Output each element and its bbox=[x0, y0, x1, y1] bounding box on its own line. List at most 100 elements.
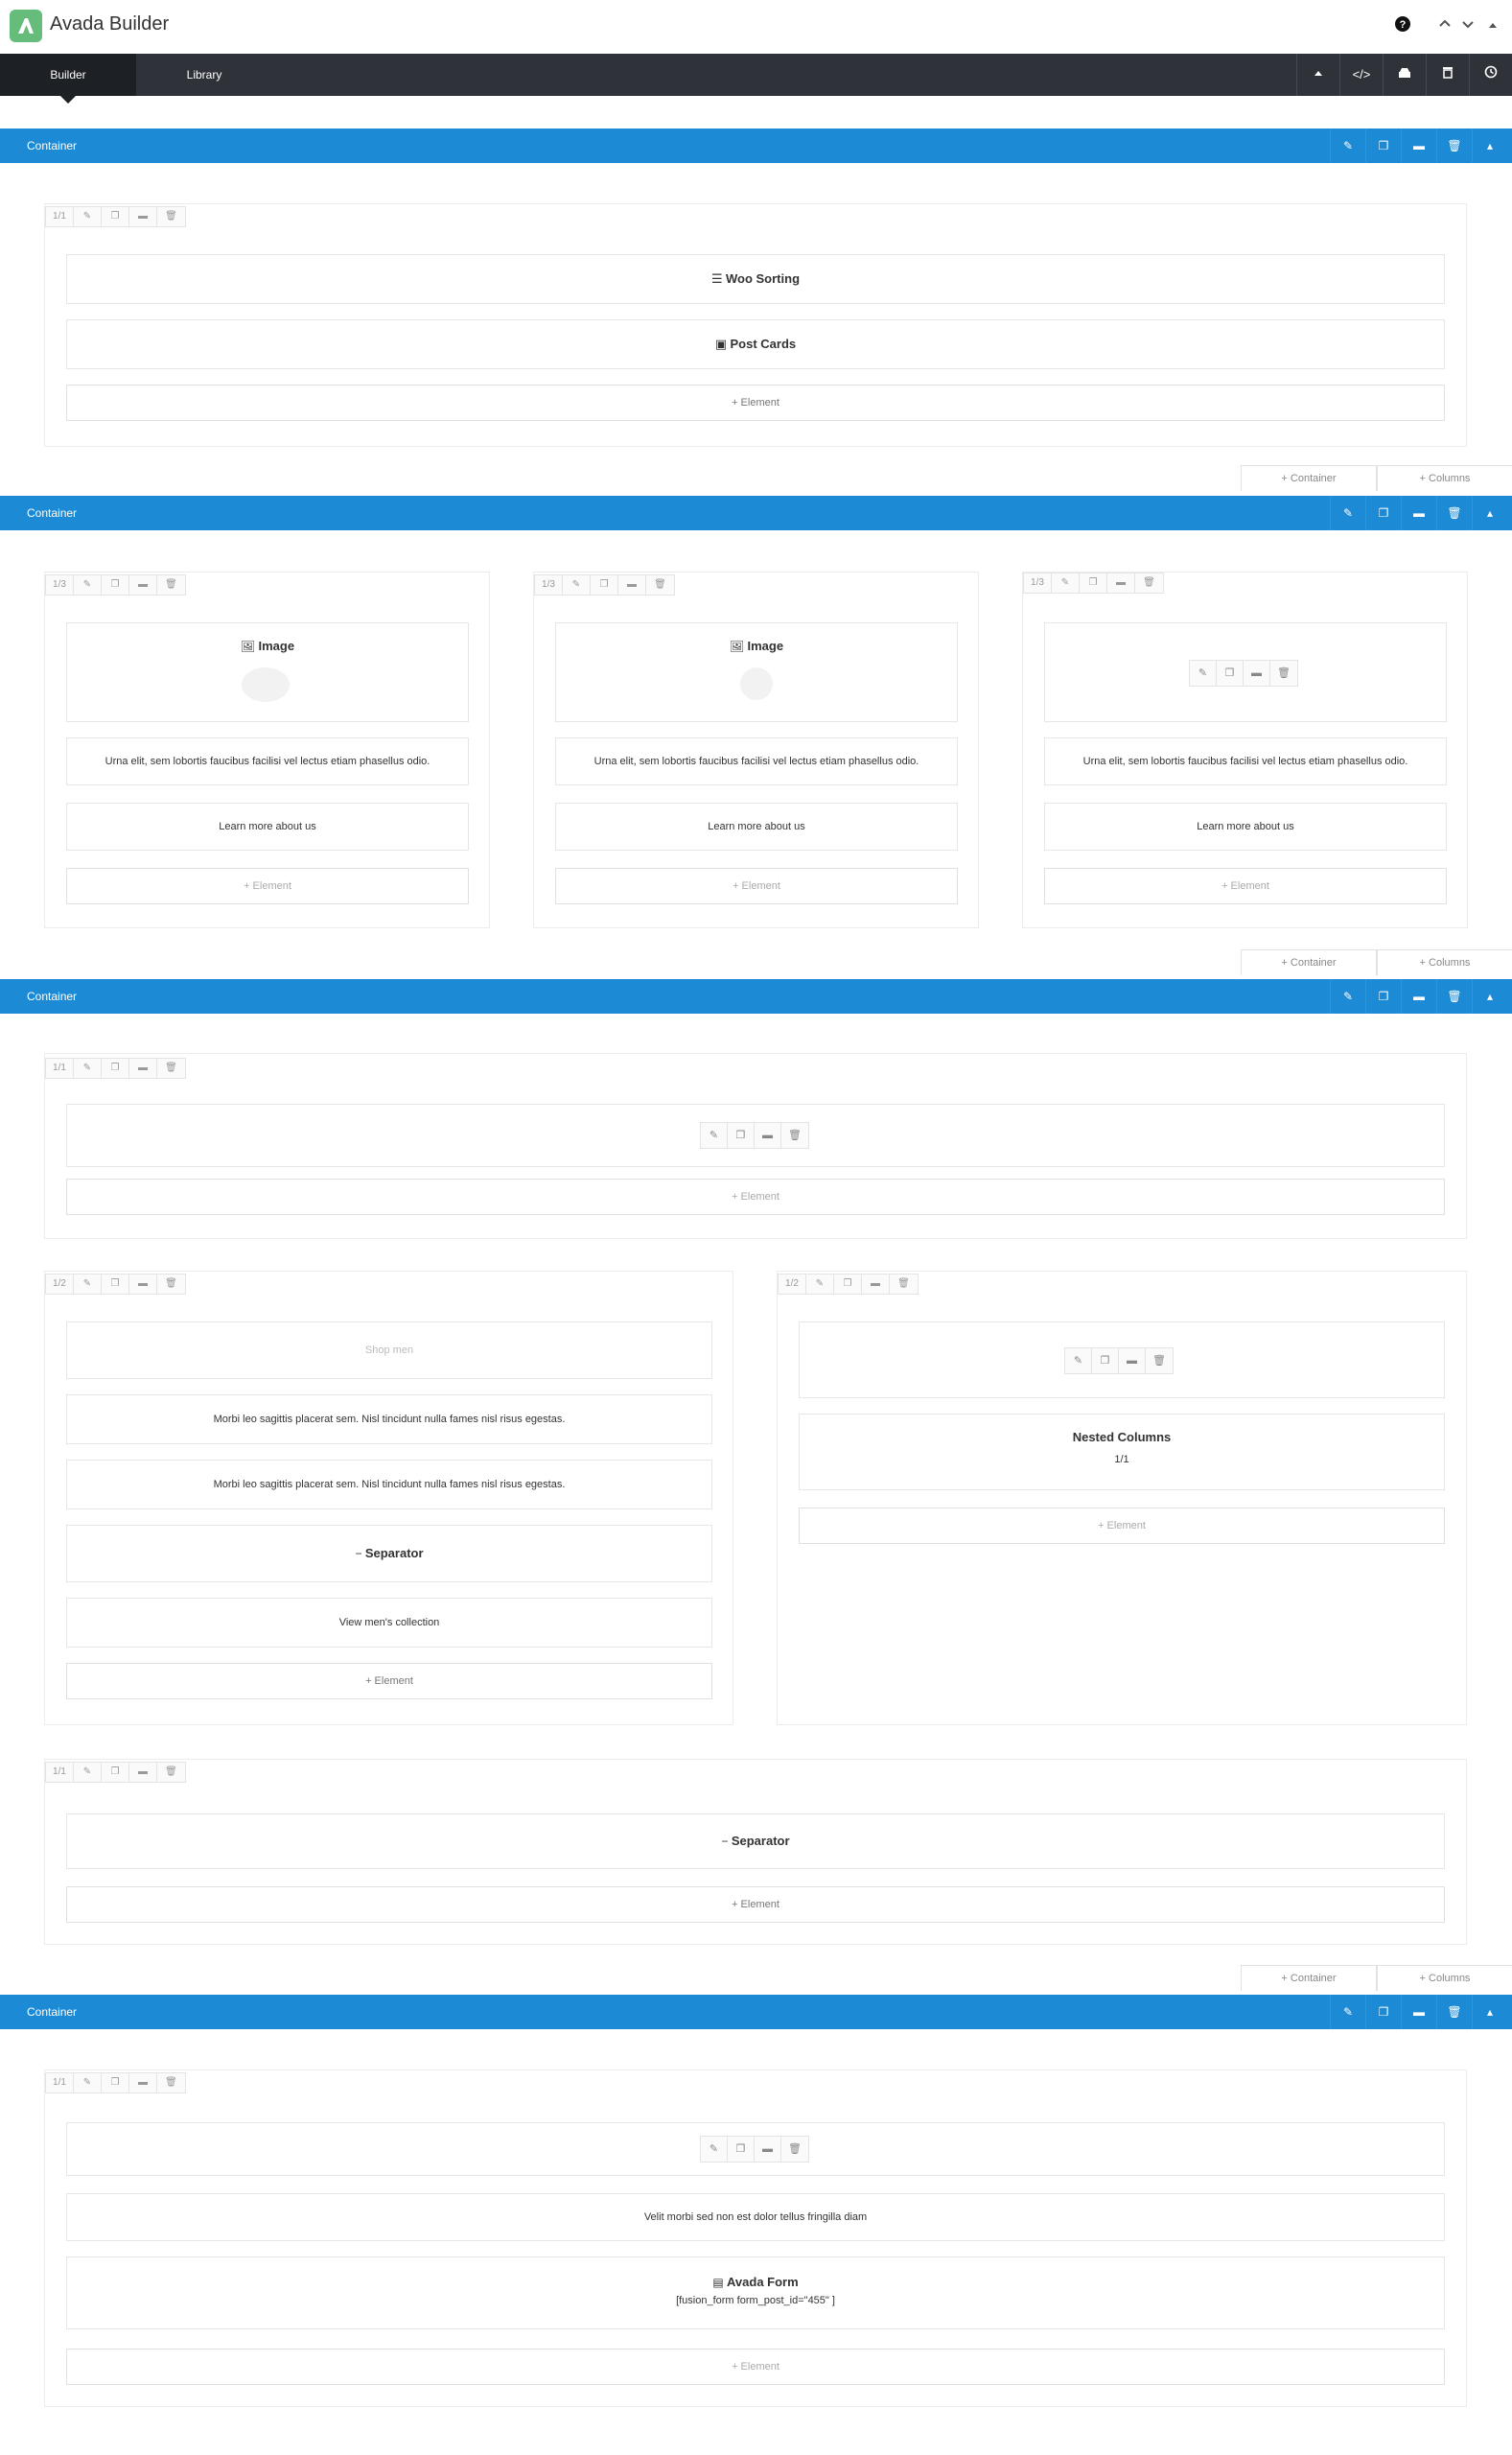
add-element-button[interactable]: + Element bbox=[799, 1508, 1445, 1544]
edit-icon[interactable]: ✎ bbox=[701, 1123, 728, 1148]
column-size[interactable]: 1/1 bbox=[46, 207, 74, 226]
element-placeholder[interactable]: ✎ ❐ ▬ 🗑︎ bbox=[66, 1104, 1445, 1167]
trash-icon[interactable]: 🗑︎ bbox=[1135, 573, 1163, 593]
column-size[interactable]: 1/3 bbox=[46, 575, 74, 595]
trash-icon[interactable] bbox=[1426, 54, 1469, 96]
edit-icon[interactable]: ✎ bbox=[74, 575, 102, 595]
element-text[interactable]: Urna elit, sem lobortis faucibus facilis… bbox=[555, 737, 958, 785]
edit-icon[interactable]: ✎ bbox=[1052, 573, 1080, 593]
clone-icon[interactable]: ❐ bbox=[102, 1763, 129, 1782]
clone-icon[interactable]: ❐ bbox=[102, 575, 129, 595]
element-heading[interactable]: Shop men bbox=[66, 1321, 712, 1379]
add-element-button[interactable]: + Element bbox=[66, 868, 469, 904]
code-icon[interactable]: </> bbox=[1339, 54, 1383, 96]
add-element-button[interactable]: + Element bbox=[66, 2349, 1445, 2385]
trash-icon[interactable]: 🗑︎ bbox=[1436, 129, 1472, 163]
save-icon[interactable]: ▬ bbox=[129, 575, 157, 595]
edit-icon[interactable]: ✎ bbox=[74, 207, 102, 226]
clone-icon[interactable]: ❐ bbox=[102, 2073, 129, 2093]
trash-icon[interactable]: 🗑︎ bbox=[157, 2073, 185, 2093]
edit-icon[interactable]: ✎ bbox=[806, 1274, 834, 1294]
save-icon[interactable]: ▬ bbox=[1244, 661, 1270, 686]
save-icon[interactable]: ▬ bbox=[1107, 573, 1135, 593]
save-icon[interactable] bbox=[1383, 54, 1426, 96]
help-icon[interactable]: ? bbox=[1392, 15, 1413, 36]
trash-icon[interactable]: 🗑︎ bbox=[157, 1059, 185, 1078]
clone-icon[interactable]: ❐ bbox=[728, 2137, 755, 2162]
chevron-down-icon[interactable] bbox=[1457, 15, 1478, 36]
element-separator[interactable]: − Separator bbox=[66, 1525, 712, 1582]
tab-builder[interactable]: Builder bbox=[0, 54, 136, 104]
trash-icon[interactable]: 🗑︎ bbox=[781, 1123, 808, 1148]
edit-icon[interactable]: ✎ bbox=[74, 1059, 102, 1078]
column-size[interactable]: 1/1 bbox=[46, 1763, 74, 1782]
save-icon[interactable]: ▬ bbox=[129, 207, 157, 226]
trash-icon[interactable]: 🗑︎ bbox=[1146, 1348, 1173, 1373]
add-element-button[interactable]: + Element bbox=[1044, 868, 1447, 904]
collapse-caret-icon[interactable] bbox=[1482, 15, 1503, 36]
clone-icon[interactable]: ❐ bbox=[1365, 129, 1401, 163]
trash-icon[interactable]: 🗑︎ bbox=[1270, 661, 1297, 686]
clone-icon[interactable]: ❐ bbox=[102, 1274, 129, 1294]
clone-icon[interactable]: ❐ bbox=[1217, 661, 1244, 686]
trash-icon[interactable]: 🗑︎ bbox=[157, 575, 185, 595]
save-icon[interactable]: ▬ bbox=[1401, 129, 1436, 163]
clone-icon[interactable]: ❐ bbox=[102, 1059, 129, 1078]
clone-icon[interactable]: ❐ bbox=[1365, 979, 1401, 1014]
add-columns-button[interactable]: + Columns bbox=[1377, 949, 1512, 975]
trash-icon[interactable]: 🗑︎ bbox=[157, 1274, 185, 1294]
trash-icon[interactable]: 🗑︎ bbox=[1436, 496, 1472, 530]
column-size[interactable]: 1/1 bbox=[46, 1059, 74, 1078]
clone-icon[interactable]: ❐ bbox=[728, 1123, 755, 1148]
clone-icon[interactable]: ❐ bbox=[1092, 1348, 1119, 1373]
element-image[interactable]: 🖼︎ Image bbox=[555, 622, 958, 722]
toggle-all-icon[interactable] bbox=[1296, 54, 1339, 96]
save-icon[interactable]: ▬ bbox=[1119, 1348, 1146, 1373]
element-woo-sorting[interactable]: ☰ Woo Sorting bbox=[66, 254, 1445, 304]
trash-icon[interactable]: 🗑︎ bbox=[1436, 979, 1472, 1014]
add-element-button[interactable]: + Element bbox=[66, 1179, 1445, 1215]
clone-icon[interactable]: ❐ bbox=[102, 207, 129, 226]
element-button[interactable]: Learn more about us bbox=[66, 803, 469, 851]
add-element-button[interactable]: + Element bbox=[66, 385, 1445, 421]
trash-icon[interactable]: 🗑︎ bbox=[157, 207, 185, 226]
column-size[interactable]: 1/2 bbox=[46, 1274, 74, 1294]
column-size[interactable]: 1/3 bbox=[535, 575, 563, 595]
element-post-cards[interactable]: ▣ Post Cards bbox=[66, 319, 1445, 369]
column-size[interactable]: 1/2 bbox=[779, 1274, 806, 1294]
element-button[interactable]: View men's collection bbox=[66, 1598, 712, 1648]
element-text[interactable]: Velit morbi sed non est dolor tellus fri… bbox=[66, 2193, 1445, 2241]
add-container-button[interactable]: + Container bbox=[1241, 465, 1377, 491]
element-image[interactable]: 🖼︎ Image bbox=[66, 622, 469, 722]
element-placeholder[interactable]: ✎ ❐ ▬ 🗑︎ bbox=[799, 1321, 1445, 1398]
add-container-button[interactable]: + Container bbox=[1241, 1965, 1377, 1991]
edit-icon[interactable]: ✎ bbox=[74, 1763, 102, 1782]
trash-icon[interactable]: 🗑︎ bbox=[157, 1763, 185, 1782]
element-placeholder[interactable]: ✎ ❐ ▬ 🗑︎ bbox=[66, 2122, 1445, 2176]
add-element-button[interactable]: + Element bbox=[66, 1886, 1445, 1923]
edit-icon[interactable]: ✎ bbox=[1330, 496, 1365, 530]
trash-icon[interactable]: 🗑︎ bbox=[646, 575, 674, 595]
edit-icon[interactable]: ✎ bbox=[1330, 129, 1365, 163]
add-element-button[interactable]: + Element bbox=[555, 868, 958, 904]
trash-icon[interactable]: 🗑︎ bbox=[1436, 1995, 1472, 2029]
add-container-button[interactable]: + Container bbox=[1241, 949, 1377, 975]
collapse-icon[interactable]: ▴ bbox=[1472, 979, 1507, 1014]
clone-icon[interactable]: ❐ bbox=[591, 575, 618, 595]
save-icon[interactable]: ▬ bbox=[129, 1763, 157, 1782]
clone-icon[interactable]: ❐ bbox=[1080, 573, 1107, 593]
edit-icon[interactable]: ✎ bbox=[74, 2073, 102, 2093]
add-columns-button[interactable]: + Columns bbox=[1377, 465, 1512, 491]
save-icon[interactable]: ▬ bbox=[755, 1123, 781, 1148]
add-columns-button[interactable]: + Columns bbox=[1377, 1965, 1512, 1991]
add-element-button[interactable]: + Element bbox=[66, 1663, 712, 1699]
save-icon[interactable]: ▬ bbox=[1401, 979, 1436, 1014]
element-button[interactable]: Learn more about us bbox=[555, 803, 958, 851]
element-button[interactable]: Learn more about us bbox=[1044, 803, 1447, 851]
save-icon[interactable]: ▬ bbox=[755, 2137, 781, 2162]
edit-icon[interactable]: ✎ bbox=[563, 575, 591, 595]
element-text[interactable]: Urna elit, sem lobortis faucibus facilis… bbox=[66, 737, 469, 785]
container-bar[interactable]: Container ✎ ❐ ▬ 🗑︎ ▴ bbox=[0, 1995, 1512, 2029]
tab-library[interactable]: Library bbox=[136, 54, 272, 96]
save-icon[interactable]: ▬ bbox=[129, 1274, 157, 1294]
